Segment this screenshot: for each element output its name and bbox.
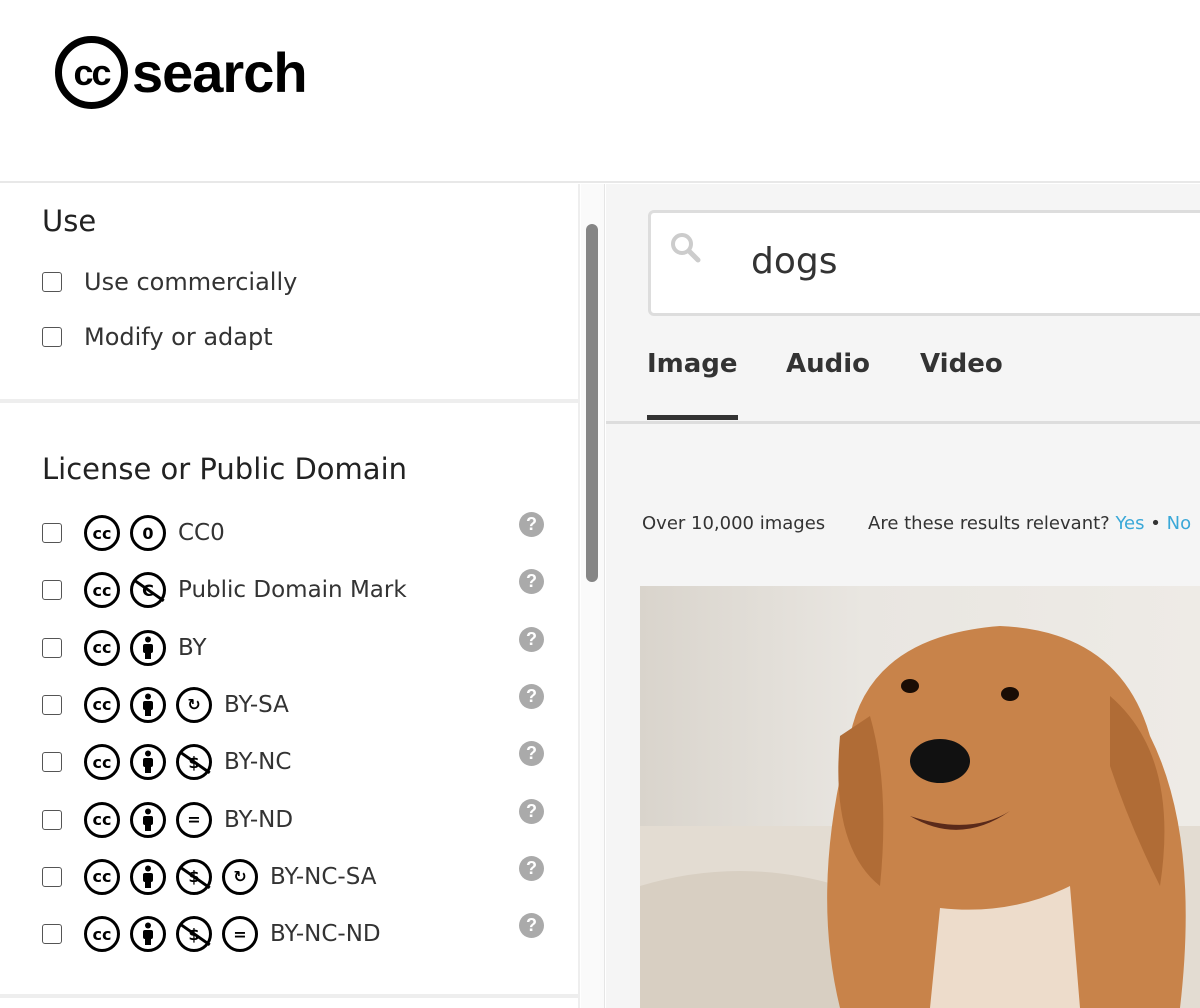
tab-audio[interactable]: Audio xyxy=(786,349,870,379)
license-cc-icon: cc xyxy=(84,916,120,953)
license-heading: License or Public Domain xyxy=(42,452,408,486)
filter-license-by-nd[interactable]: cc = BY-ND xyxy=(42,801,294,838)
checkbox[interactable] xyxy=(42,327,62,347)
search-input[interactable] xyxy=(751,241,1151,282)
license-cc-icon: cc xyxy=(84,686,120,723)
cc-search-logo[interactable]: cc search xyxy=(55,36,308,109)
license-label: BY-SA xyxy=(224,691,289,718)
relevance-question: Are these results relevant? xyxy=(868,513,1110,534)
license-nc-icon: $ xyxy=(176,858,212,895)
search-box[interactable] xyxy=(648,210,1200,316)
help-icon[interactable]: ? xyxy=(519,741,544,767)
help-icon[interactable]: ? xyxy=(519,913,544,939)
license-cc-icon: cc xyxy=(84,744,120,781)
filter-license-cc0[interactable]: cc 0 CC0 xyxy=(42,515,225,551)
divider xyxy=(0,399,580,403)
license-label: CC0 xyxy=(178,520,225,546)
license-label: BY-NC-ND xyxy=(270,921,381,948)
license-label: BY xyxy=(178,634,207,661)
scrollbar-thumb[interactable] xyxy=(586,224,598,582)
license-pd-icon: C xyxy=(130,572,166,609)
checkbox[interactable] xyxy=(42,272,62,292)
license-cc-icon: cc xyxy=(84,629,120,666)
help-icon[interactable]: ? xyxy=(519,626,544,652)
license-label: BY-NC-SA xyxy=(270,863,377,890)
checkbox[interactable] xyxy=(42,523,62,543)
checkbox-label: Modify or adapt xyxy=(84,323,273,351)
filter-license-by-nc[interactable]: cc $ BY-NC xyxy=(42,744,292,781)
license-nc-icon: $ xyxy=(176,916,212,953)
main-content: Image Audio Video Over 10,000 images Are… xyxy=(606,184,1200,1008)
license-label: BY-NC xyxy=(224,749,292,776)
checkbox[interactable] xyxy=(42,866,62,887)
sidebar-scrollbar[interactable] xyxy=(581,184,605,1008)
checkbox[interactable] xyxy=(42,637,62,658)
license-by-icon xyxy=(130,916,166,953)
license-zero-icon: 0 xyxy=(130,515,166,551)
tab-image[interactable]: Image xyxy=(647,349,738,420)
filter-license-by[interactable]: cc BY xyxy=(42,629,207,666)
filter-license-by-nc-sa[interactable]: cc $ ↻ BY-NC-SA xyxy=(42,858,377,895)
media-tabs: Image Audio Video xyxy=(606,334,1200,424)
tab-video[interactable]: Video xyxy=(920,349,1003,379)
result-image-dog[interactable] xyxy=(640,586,1200,1008)
license-by-icon xyxy=(130,801,166,838)
help-icon[interactable]: ? xyxy=(519,855,544,881)
help-icon[interactable]: ? xyxy=(519,512,544,537)
filter-use-commercially[interactable]: Use commercially xyxy=(42,268,297,296)
logo-text: search xyxy=(132,41,308,104)
checkbox-label: Use commercially xyxy=(84,268,298,296)
help-icon[interactable]: ? xyxy=(519,798,544,824)
license-label: Public Domain Mark xyxy=(178,577,407,604)
checkbox[interactable] xyxy=(42,752,62,773)
checkbox[interactable] xyxy=(42,924,62,945)
filter-sidebar: Use Use commercially Modify or adapt Lic… xyxy=(0,184,580,1008)
help-icon[interactable]: ? xyxy=(519,569,544,595)
filter-license-by-nc-nd[interactable]: cc $ = BY-NC-ND xyxy=(42,916,381,953)
relevance-yes-link[interactable]: Yes xyxy=(1115,513,1144,534)
license-by-icon xyxy=(130,744,166,781)
checkbox[interactable] xyxy=(42,809,62,830)
header: cc search xyxy=(0,0,1200,183)
checkbox[interactable] xyxy=(42,694,62,715)
relevance-feedback: Are these results relevant? Yes • No xyxy=(868,513,1191,534)
use-heading: Use xyxy=(42,204,97,238)
license-sa-icon: ↻ xyxy=(222,858,258,895)
filter-license-public-domain-mark[interactable]: cc C Public Domain Mark xyxy=(42,572,407,609)
checkbox[interactable] xyxy=(42,580,62,601)
search-icon xyxy=(671,233,701,263)
relevance-no-link[interactable]: No xyxy=(1167,513,1191,534)
license-by-icon xyxy=(130,858,166,895)
license-label: BY-ND xyxy=(224,806,294,833)
help-icon[interactable]: ? xyxy=(519,683,544,709)
filter-modify-adapt[interactable]: Modify or adapt xyxy=(42,323,273,351)
license-cc-icon: cc xyxy=(84,801,120,838)
license-nd-icon: = xyxy=(176,801,212,838)
license-by-icon xyxy=(130,629,166,666)
cc-logo-icon: cc xyxy=(55,36,128,109)
license-cc-icon: cc xyxy=(84,515,120,551)
license-cc-icon: cc xyxy=(84,858,120,895)
separator: • xyxy=(1150,513,1161,534)
license-sa-icon: ↻ xyxy=(176,686,212,723)
filter-license-by-sa[interactable]: cc ↻ BY-SA xyxy=(42,686,289,723)
result-count: Over 10,000 images xyxy=(642,513,826,534)
license-by-icon xyxy=(130,686,166,723)
license-nd-icon: = xyxy=(222,916,258,953)
dog-photo-illustration xyxy=(640,626,1200,1008)
license-nc-icon: $ xyxy=(176,744,212,781)
license-cc-icon: cc xyxy=(84,572,120,609)
divider xyxy=(0,994,580,998)
